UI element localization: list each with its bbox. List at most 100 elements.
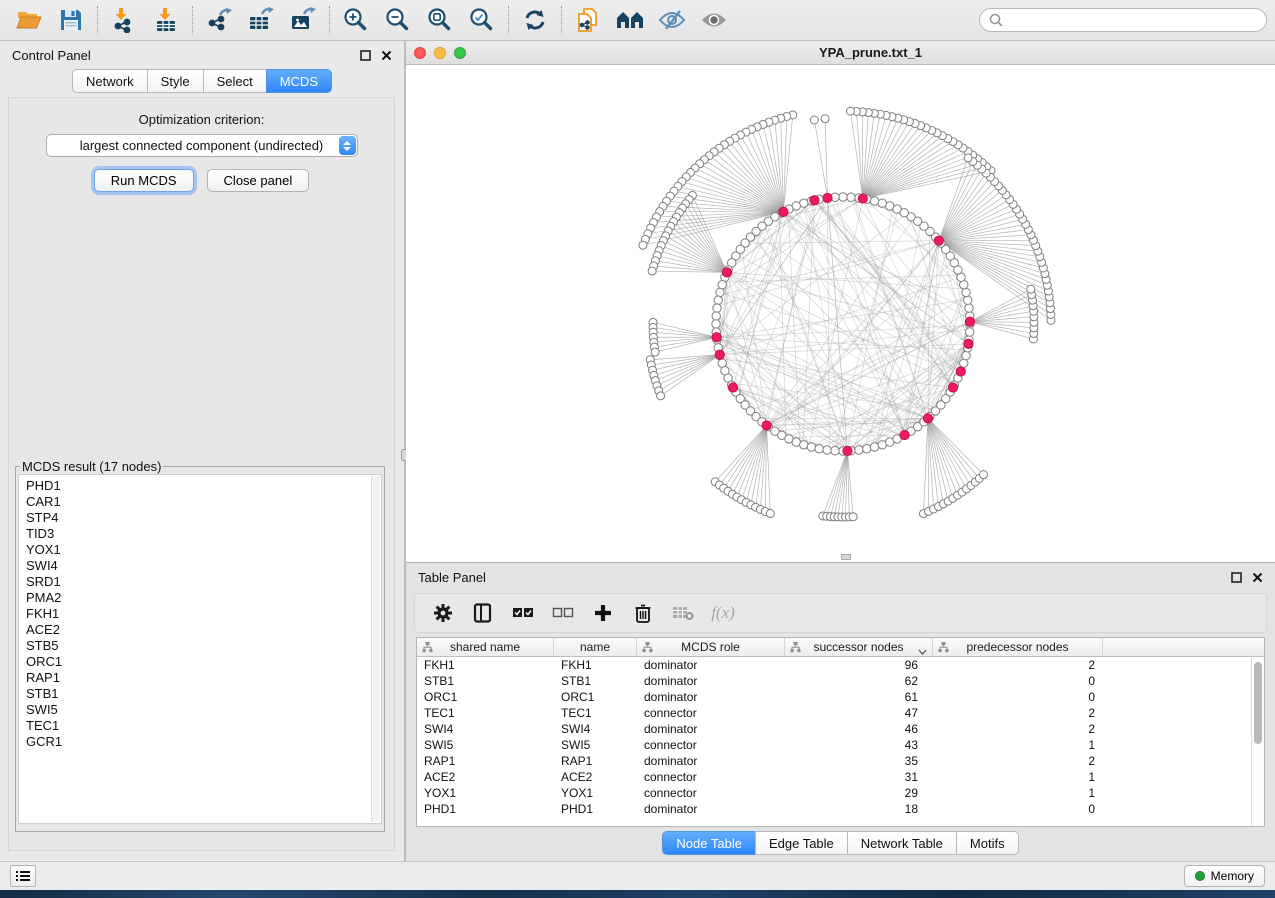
open-file-button[interactable] <box>8 3 50 37</box>
graph-leaf-node[interactable] <box>766 510 774 518</box>
graph-node[interactable] <box>965 304 973 312</box>
tab-mcds[interactable]: MCDS <box>266 69 332 93</box>
table-settings-button[interactable] <box>429 599 457 627</box>
mcds-node[interactable] <box>900 430 909 439</box>
zoom-out-button[interactable] <box>377 3 419 37</box>
graph-leaf-node[interactable] <box>639 241 647 249</box>
tab-motifs[interactable]: Motifs <box>956 831 1019 855</box>
graph-node[interactable] <box>718 281 726 289</box>
mcds-node[interactable] <box>843 446 852 455</box>
mcds-node[interactable] <box>762 421 771 430</box>
graph-leaf-node[interactable] <box>657 392 665 400</box>
mcds-result-item[interactable]: STP4 <box>26 510 369 526</box>
zoom-selected-button[interactable] <box>461 3 503 37</box>
graph-node[interactable] <box>870 197 878 205</box>
mcds-result-item[interactable]: STB1 <box>26 686 369 702</box>
mcds-node[interactable] <box>964 339 973 348</box>
graph-node[interactable] <box>713 304 721 312</box>
column-header-name[interactable]: name <box>554 638 637 656</box>
table-scrollbar[interactable] <box>1251 658 1264 825</box>
mcds-result-item[interactable]: PHD1 <box>26 478 369 494</box>
graph-node[interactable] <box>800 441 808 449</box>
mcds-node[interactable] <box>923 414 932 423</box>
mcds-node[interactable] <box>810 196 819 205</box>
search-box[interactable] <box>979 8 1267 32</box>
graph-node[interactable] <box>962 351 970 359</box>
tab-edge-table[interactable]: Edge Table <box>755 831 848 855</box>
table-row[interactable]: FKH1FKH1dominator962 <box>417 657 1264 673</box>
delete-table-button[interactable] <box>669 599 697 627</box>
table-row[interactable]: SWI5SWI5connector431 <box>417 737 1264 753</box>
mcds-node[interactable] <box>965 317 974 326</box>
mcds-result-item[interactable]: SWI4 <box>26 558 369 574</box>
mcds-result-item[interactable]: CAR1 <box>26 494 369 510</box>
mcds-result-item[interactable]: ORC1 <box>26 654 369 670</box>
mcds-result-item[interactable]: SWI5 <box>26 702 369 718</box>
mcds-result-item[interactable]: STB5 <box>26 638 369 654</box>
graph-node[interactable] <box>714 296 722 304</box>
graph-node[interactable] <box>870 443 878 451</box>
run-mcds-button[interactable]: Run MCDS <box>94 169 194 192</box>
graph-node[interactable] <box>839 193 847 201</box>
mcds-result-item[interactable]: FKH1 <box>26 606 369 622</box>
mcds-result-item[interactable]: PMA2 <box>26 590 369 606</box>
add-row-button[interactable] <box>589 599 617 627</box>
zoom-fit-button[interactable] <box>419 3 461 37</box>
mcds-result-item[interactable]: TID3 <box>26 526 369 542</box>
table-row[interactable]: TEC1TEC1connector472 <box>417 705 1264 721</box>
graph-node[interactable] <box>807 443 815 451</box>
graph-leaf-node[interactable] <box>648 267 656 275</box>
export-image-button[interactable] <box>282 3 324 37</box>
save-session-button[interactable] <box>50 3 92 37</box>
close-traffic-light[interactable] <box>414 47 426 59</box>
tab-select[interactable]: Select <box>203 69 267 93</box>
mcds-node[interactable] <box>823 193 832 202</box>
mcds-result-item[interactable]: GCR1 <box>26 734 369 750</box>
network-graph-canvas[interactable] <box>406 65 1275 561</box>
graph-node[interactable] <box>855 446 863 454</box>
tab-node-table[interactable]: Node Table <box>662 831 756 855</box>
export-table-button[interactable] <box>240 3 282 37</box>
import-network-button[interactable] <box>103 3 145 37</box>
mcds-result-item[interactable]: ACE2 <box>26 622 369 638</box>
graph-node[interactable] <box>962 288 970 296</box>
graph-leaf-node[interactable] <box>964 154 972 162</box>
import-table-button[interactable] <box>145 3 187 37</box>
table-row[interactable]: ORC1ORC1dominator610 <box>417 689 1264 705</box>
mcds-node[interactable] <box>948 383 957 392</box>
graph-leaf-node[interactable] <box>979 471 987 479</box>
criterion-select[interactable]: largest connected component (undirected) <box>46 134 358 157</box>
graph-node[interactable] <box>964 296 972 304</box>
float-table-panel-button[interactable] <box>1231 572 1242 583</box>
column-header-pred[interactable]: predecessor nodes <box>933 638 1103 656</box>
graph-node[interactable] <box>815 445 823 453</box>
graph-node[interactable] <box>716 288 724 296</box>
deselect-all-rows-button[interactable] <box>549 599 577 627</box>
zoom-in-button[interactable] <box>335 3 377 37</box>
column-header-succ[interactable]: successor nodes <box>785 638 933 656</box>
table-row[interactable]: ACE2ACE2connector311 <box>417 769 1264 785</box>
mcds-node[interactable] <box>728 383 737 392</box>
close-table-panel-button[interactable] <box>1252 572 1263 583</box>
mcds-node[interactable] <box>715 350 724 359</box>
mcds-node[interactable] <box>722 268 731 277</box>
hide-selected-button[interactable] <box>651 3 693 37</box>
duplicate-network-button[interactable] <box>567 3 609 37</box>
mcds-result-item[interactable]: YOX1 <box>26 542 369 558</box>
memory-button[interactable]: Memory <box>1184 865 1265 887</box>
float-panel-button[interactable] <box>360 50 371 61</box>
show-all-button[interactable] <box>693 3 735 37</box>
tab-network[interactable]: Network <box>72 69 148 93</box>
graph-node[interactable] <box>847 193 855 201</box>
tab-network-table[interactable]: Network Table <box>847 831 957 855</box>
graph-leaf-node[interactable] <box>1027 285 1035 293</box>
mcds-node[interactable] <box>779 207 788 216</box>
tab-style[interactable]: Style <box>147 69 204 93</box>
mcds-result-item[interactable]: SRD1 <box>26 574 369 590</box>
graph-node[interactable] <box>823 446 831 454</box>
select-all-rows-button[interactable] <box>509 599 537 627</box>
task-history-button[interactable] <box>10 865 36 887</box>
table-row[interactable]: STB1STB1dominator620 <box>417 673 1264 689</box>
table-row[interactable]: SWI4SWI4dominator462 <box>417 721 1264 737</box>
minimize-traffic-light[interactable] <box>434 47 446 59</box>
